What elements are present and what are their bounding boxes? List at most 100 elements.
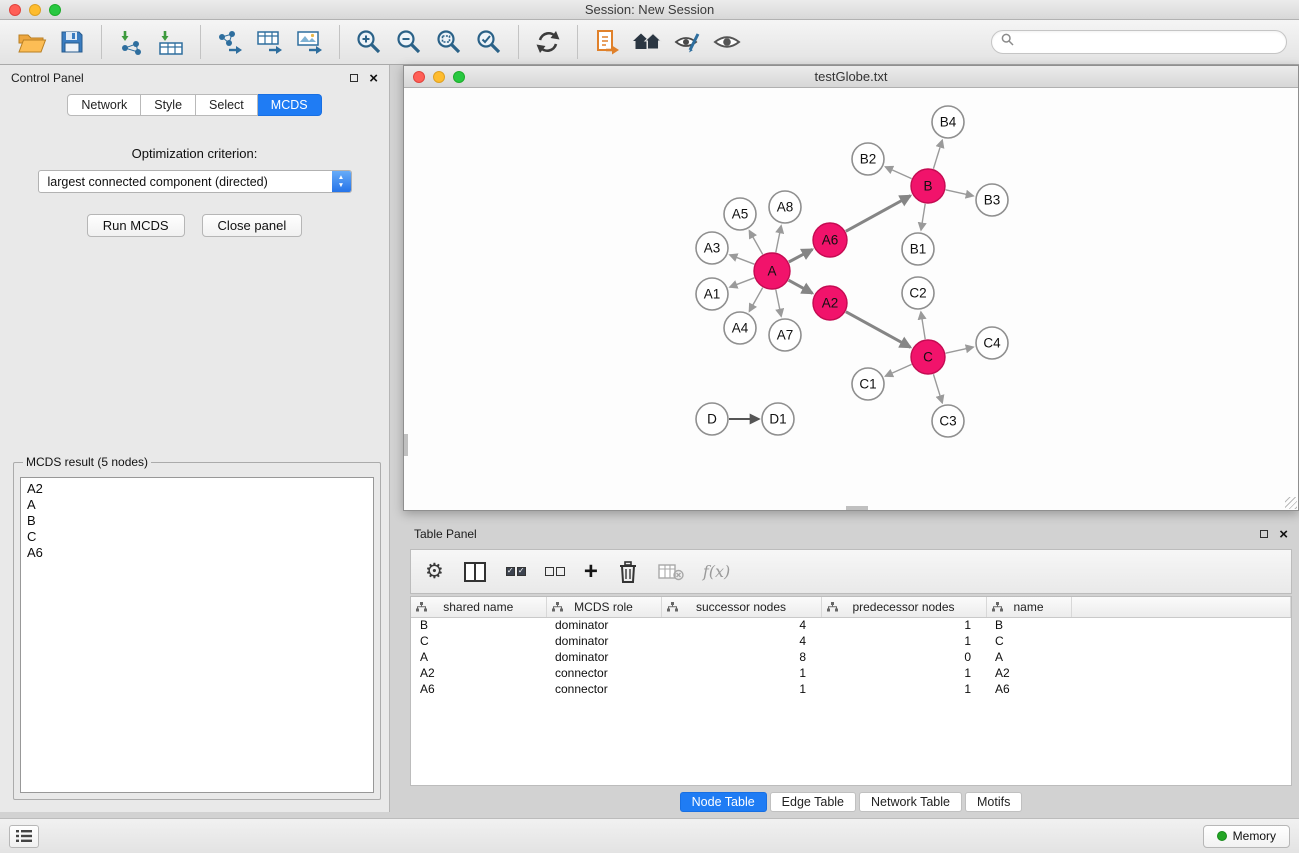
zoom-in-icon[interactable] (349, 24, 389, 60)
task-history-button[interactable] (9, 825, 39, 848)
tab-style[interactable]: Style (141, 94, 196, 116)
cell-predecessor-nodes[interactable]: 1 (821, 617, 986, 633)
close-network-button[interactable] (413, 71, 425, 83)
network-canvas[interactable]: B4B2BB3A5A8A6A3B1AA1C2A2A4A7CC4C1C3DD1 (404, 89, 1298, 510)
column-header-predecessor-nodes[interactable]: predecessor nodes (821, 597, 986, 617)
search-box[interactable] (991, 30, 1287, 54)
cell-shared-name[interactable]: A2 (411, 665, 546, 681)
table-row[interactable]: Adominator80A (411, 649, 1291, 665)
edge-B-B3[interactable] (946, 190, 974, 196)
cell-name[interactable]: B (986, 617, 1071, 633)
node-B3[interactable]: B3 (976, 184, 1008, 216)
edge-A-A6[interactable] (789, 249, 813, 262)
cell-shared-name[interactable]: C (411, 633, 546, 649)
cell-mcds-role[interactable]: dominator (546, 633, 661, 649)
edge-C-C3[interactable] (933, 374, 942, 403)
close-panel-button[interactable]: Close panel (202, 214, 303, 237)
open-document-icon[interactable] (587, 24, 627, 60)
zoom-out-icon[interactable] (389, 24, 429, 60)
cell-successor-nodes[interactable]: 1 (661, 665, 821, 681)
column-header-name[interactable]: name (986, 597, 1071, 617)
cell-mcds-role[interactable]: connector (546, 681, 661, 697)
node-D1[interactable]: D1 (762, 403, 794, 435)
delete-column-icon[interactable] (617, 557, 639, 587)
edge-C-C1[interactable] (885, 364, 911, 376)
tab-mcds[interactable]: MCDS (258, 94, 322, 116)
cell-successor-nodes[interactable]: 1 (661, 681, 821, 697)
deselect-all-icon[interactable] (545, 557, 565, 587)
node-B1[interactable]: B1 (902, 233, 934, 265)
table-row[interactable]: Cdominator41C (411, 633, 1291, 649)
cell-mcds-role[interactable]: connector (546, 665, 661, 681)
edge-A2-C[interactable] (846, 312, 911, 348)
minimize-network-button[interactable] (433, 71, 445, 83)
cell-successor-nodes[interactable]: 4 (661, 633, 821, 649)
node-A1[interactable]: A1 (696, 278, 728, 310)
eye-icon[interactable] (707, 24, 747, 60)
edge-A-A4[interactable] (749, 288, 762, 312)
edge-A-A7[interactable] (776, 290, 781, 317)
node-A2[interactable]: A2 (813, 286, 847, 320)
edge-B-B2[interactable] (885, 167, 911, 179)
vertical-scroll-thumb[interactable] (404, 434, 408, 456)
cell-predecessor-nodes[interactable]: 0 (821, 649, 986, 665)
cell-mcds-role[interactable]: dominator (546, 649, 661, 665)
tab-network-table[interactable]: Network Table (859, 792, 962, 812)
apply-layout-icon[interactable] (528, 24, 568, 60)
node-C3[interactable]: C3 (932, 405, 964, 437)
edge-A6-B[interactable] (846, 196, 911, 232)
cell-name[interactable]: A6 (986, 681, 1071, 697)
graphics-details-icon[interactable] (667, 24, 707, 60)
node-A4[interactable]: A4 (724, 312, 756, 344)
cell-shared-name[interactable]: A6 (411, 681, 546, 697)
delete-table-icon[interactable] (658, 557, 684, 587)
node-D[interactable]: D (696, 403, 728, 435)
edge-A-A8[interactable] (776, 226, 781, 253)
edge-A-A3[interactable] (730, 255, 755, 264)
cell-shared-name[interactable]: A (411, 649, 546, 665)
cell-predecessor-nodes[interactable]: 1 (821, 633, 986, 649)
edge-A-A5[interactable] (749, 231, 762, 255)
close-panel-icon[interactable]: × (369, 71, 378, 86)
resize-handle[interactable] (1285, 497, 1297, 509)
table-row[interactable]: Bdominator41B (411, 617, 1291, 633)
result-item[interactable]: A2 (27, 481, 367, 497)
cell-successor-nodes[interactable]: 8 (661, 649, 821, 665)
edge-A-A2[interactable] (789, 280, 813, 293)
import-network-icon[interactable] (111, 24, 151, 60)
create-column-icon[interactable]: + (584, 557, 598, 587)
result-item[interactable]: A6 (27, 545, 367, 561)
edge-B-B1[interactable] (921, 204, 925, 230)
import-table-icon[interactable] (151, 24, 191, 60)
node-A7[interactable]: A7 (769, 319, 801, 351)
zoom-fit-icon[interactable] (429, 24, 469, 60)
tab-network[interactable]: Network (67, 94, 141, 116)
column-header-successor-nodes[interactable]: successor nodes (661, 597, 821, 617)
node-A5[interactable]: A5 (724, 198, 756, 230)
cell-predecessor-nodes[interactable]: 1 (821, 681, 986, 697)
cell-shared-name[interactable]: B (411, 617, 546, 633)
tab-edge-table[interactable]: Edge Table (770, 792, 856, 812)
tab-node-table[interactable]: Node Table (680, 792, 767, 812)
open-session-icon[interactable] (12, 24, 52, 60)
cell-name[interactable]: A (986, 649, 1071, 665)
show-columns-icon[interactable] (463, 557, 487, 587)
mcds-result-list[interactable]: A2ABCA6 (20, 477, 374, 793)
node-B[interactable]: B (911, 169, 945, 203)
node-B4[interactable]: B4 (932, 106, 964, 138)
export-table-icon[interactable] (250, 24, 290, 60)
horizontal-scroll-thumb[interactable] (846, 506, 868, 510)
node-C2[interactable]: C2 (902, 277, 934, 309)
home-icon[interactable] (627, 24, 667, 60)
edge-B-B4[interactable] (933, 140, 942, 169)
export-network-icon[interactable] (210, 24, 250, 60)
column-header-mcds-role[interactable]: MCDS role (546, 597, 661, 617)
close-window-button[interactable] (9, 4, 21, 16)
select-all-icon[interactable] (506, 557, 526, 587)
node-C1[interactable]: C1 (852, 368, 884, 400)
cell-name[interactable]: C (986, 633, 1071, 649)
zoom-selected-icon[interactable] (469, 24, 509, 60)
zoom-network-button[interactable] (453, 71, 465, 83)
tab-motifs[interactable]: Motifs (965, 792, 1022, 812)
edge-C-C4[interactable] (946, 347, 974, 353)
